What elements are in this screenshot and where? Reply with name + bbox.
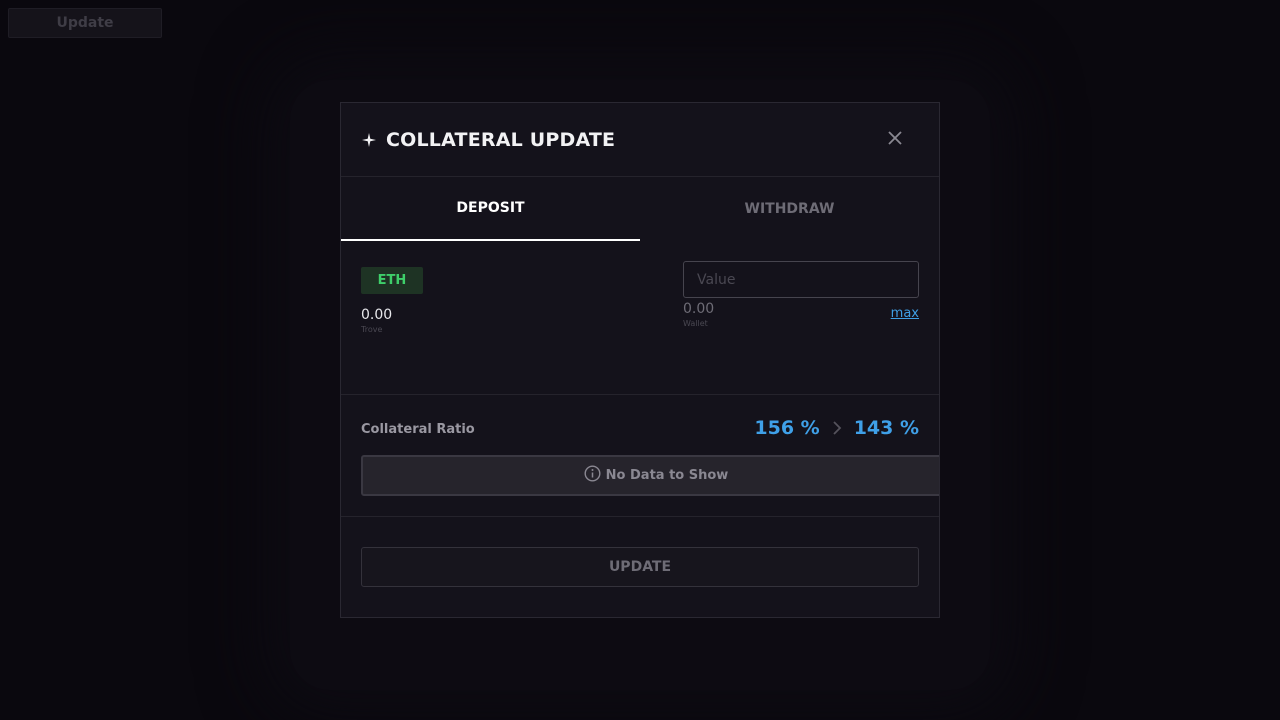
ratio-section: Collateral Ratio 156 % 143 % No Data to … xyxy=(341,395,939,517)
wallet-value: 0.00 xyxy=(683,301,715,317)
wallet-label: Wallet xyxy=(683,319,708,328)
collateral-update-modal: COLLATERAL UPDATE DEPOSIT WITHDRAW ETH 0… xyxy=(340,102,940,618)
no-data-box: No Data to Show xyxy=(361,455,939,496)
modal-header: COLLATERAL UPDATE xyxy=(341,103,939,177)
info-icon xyxy=(584,465,601,486)
ratio-next: 143 % xyxy=(853,417,919,439)
modal-footer: UPDATE xyxy=(341,517,939,617)
collateral-ratio-label: Collateral Ratio xyxy=(361,422,475,437)
page-update-button[interactable]: Update xyxy=(8,8,162,38)
value-input[interactable] xyxy=(683,261,919,298)
tab-withdraw[interactable]: WITHDRAW xyxy=(640,177,939,241)
modal-title: COLLATERAL UPDATE xyxy=(386,128,616,151)
ratio-current: 156 % xyxy=(754,417,820,439)
asset-badge: ETH xyxy=(361,267,423,294)
update-button[interactable]: UPDATE xyxy=(361,547,919,587)
close-icon xyxy=(887,130,903,150)
ratio-values: 156 % 143 % xyxy=(754,417,919,439)
tabs: DEPOSIT WITHDRAW xyxy=(341,177,939,241)
close-button[interactable] xyxy=(885,130,905,150)
no-data-text: No Data to Show xyxy=(605,468,729,483)
asset-section: ETH 0.00 Trove 0.00 Wallet max xyxy=(341,241,939,395)
chevron-right-icon xyxy=(830,419,844,437)
sparkle-icon xyxy=(361,132,377,148)
max-link[interactable]: max xyxy=(891,306,919,321)
trove-value: 0.00 xyxy=(361,307,393,323)
tab-deposit[interactable]: DEPOSIT xyxy=(341,177,640,241)
trove-label: Trove xyxy=(361,325,383,334)
